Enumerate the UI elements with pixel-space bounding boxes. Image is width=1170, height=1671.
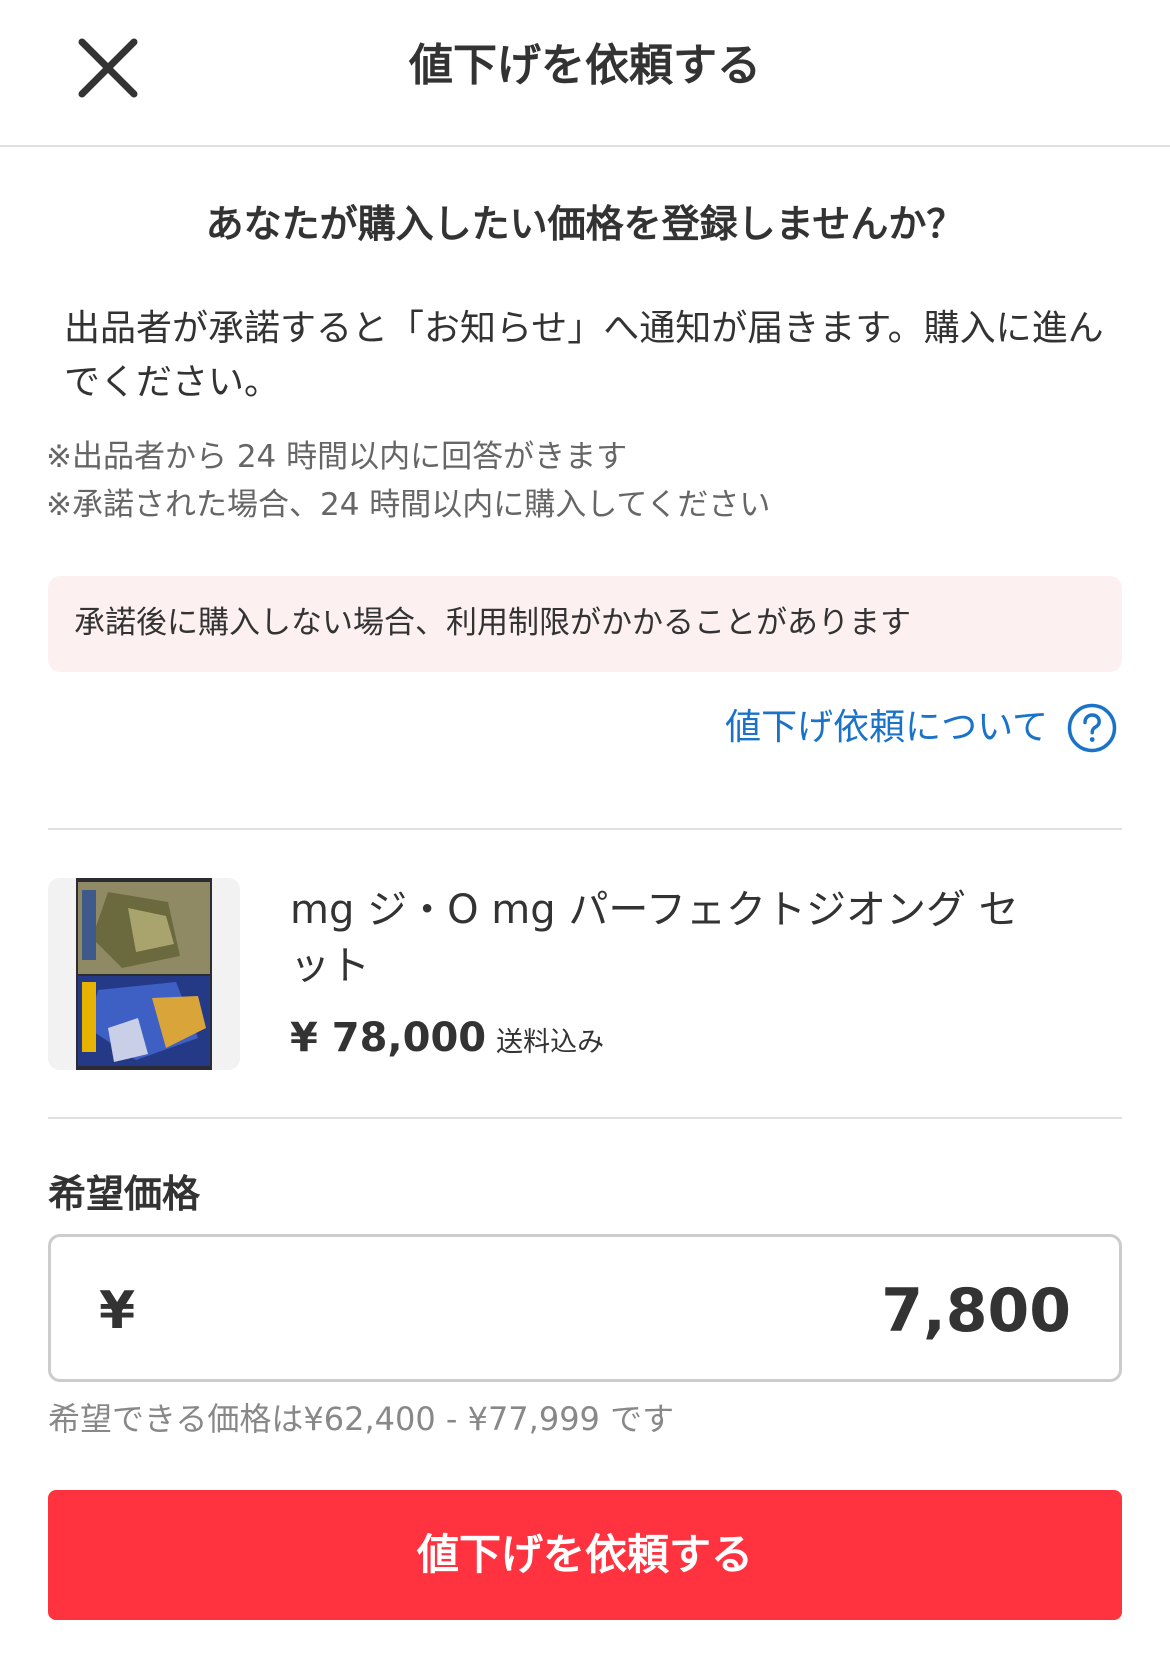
currency-symbol: ¥ <box>99 1281 136 1341</box>
question-circle-icon <box>1067 703 1117 753</box>
desired-price-input[interactable]: ¥ 7,800 <box>48 1234 1122 1382</box>
about-price-offer-link[interactable]: 値下げ依頼について <box>725 700 1118 756</box>
warning-text: 承諾後に購入しない場合、利用制限がかかることがあります <box>74 605 911 641</box>
price-range-hint: 希望できる価格は¥62,400 - ¥77,999 です <box>48 1400 675 1438</box>
product-name: mg ジ・O mg パーフェクトジオング セット <box>290 887 1019 989</box>
note-response-time: ※出品者から 24 時間以内に回答がきます <box>46 439 628 475</box>
about-price-offer-label: 値下げ依頼について <box>725 707 1048 748</box>
product-price-row: ¥ 78,000 送料込み <box>290 1012 604 1064</box>
header-bar: 値下げを依頼する <box>0 0 1170 147</box>
request-price-drop-label: 値下げを依頼する <box>416 1530 753 1579</box>
divider <box>48 1117 1122 1119</box>
divider <box>48 828 1122 830</box>
desired-price-value[interactable]: 7,800 <box>881 1275 1071 1347</box>
description-text: 出品者が承諾すると「お知らせ」へ通知が届きます。購入に進んでください。 <box>64 308 1104 403</box>
product-price: ¥ 78,000 <box>290 1015 487 1061</box>
note-purchase-deadline: ※承諾された場合、24 時間以内に購入してください <box>46 487 771 523</box>
desired-price-label: 希望価格 <box>48 1172 201 1216</box>
shipping-included-label: 送料込み <box>496 1027 605 1058</box>
warning-box: 承諾後に購入しない場合、利用制限がかかることがあります <box>48 576 1122 672</box>
lead-heading: あなたが購入したい価格を登録しませんか？ <box>205 202 965 246</box>
product-thumbnail-image <box>48 878 240 1070</box>
request-price-drop-button[interactable]: 値下げを依頼する <box>48 1490 1122 1620</box>
page-title: 値下げを依頼する <box>409 40 761 91</box>
product-box-art <box>48 878 240 1070</box>
